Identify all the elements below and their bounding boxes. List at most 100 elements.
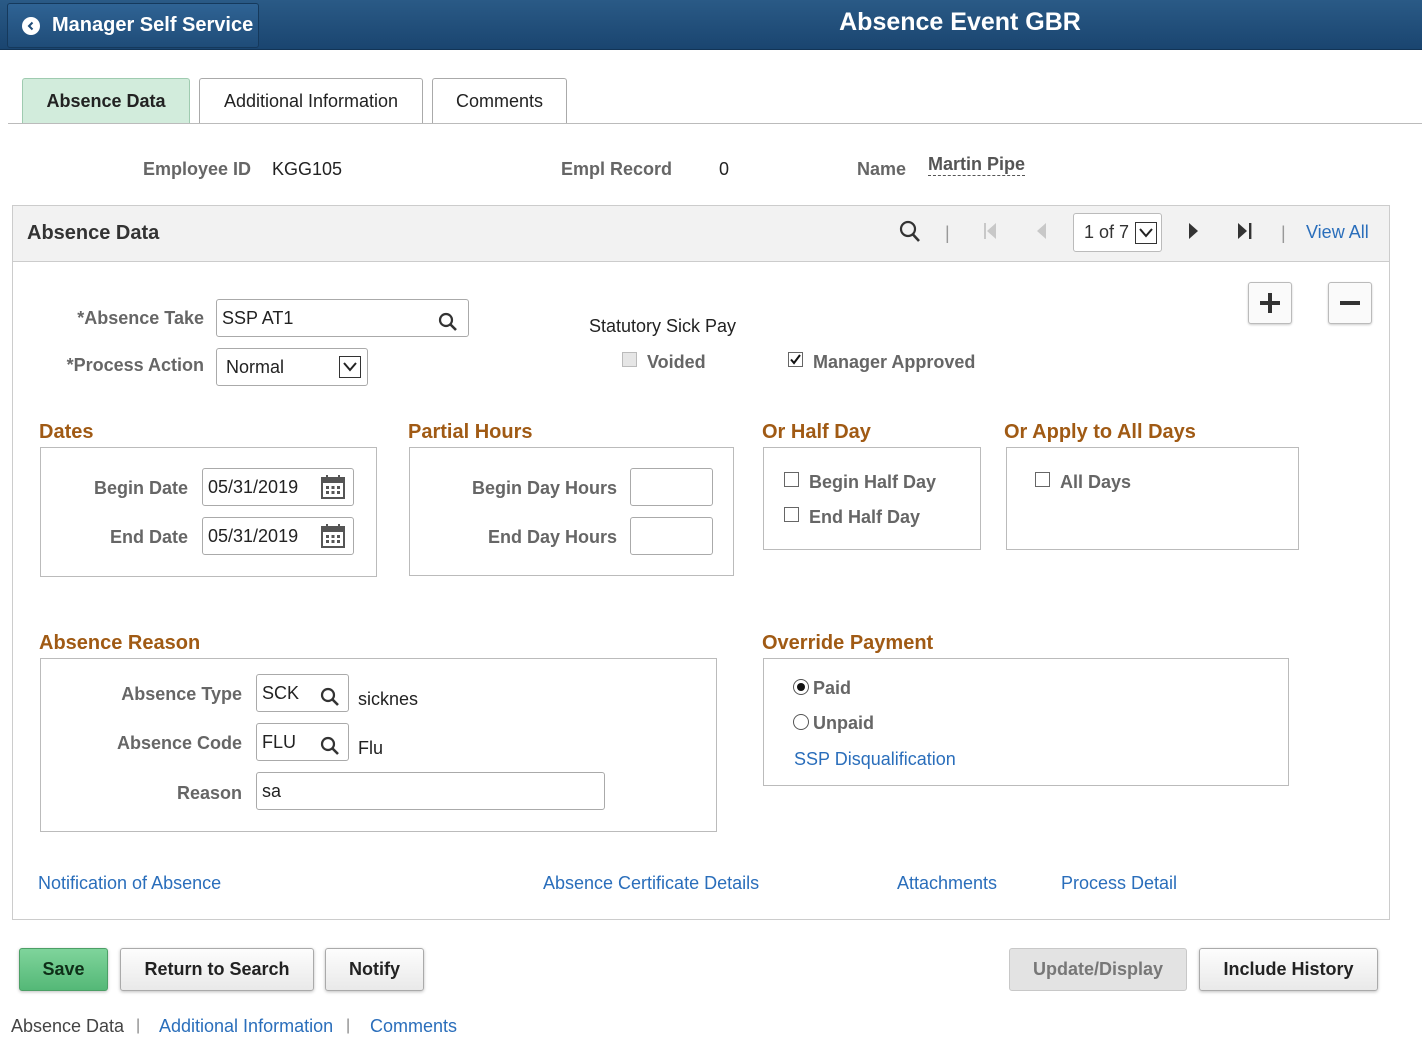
search-icon[interactable] [320, 732, 340, 768]
back-button[interactable]: Manager Self Service [7, 3, 259, 48]
radio-dot [797, 683, 805, 691]
process-detail-link[interactable]: Process Detail [1061, 873, 1177, 894]
absence-take-value: SSP AT1 [222, 308, 294, 328]
tab-label: Absence Data [46, 91, 166, 111]
process-action-value: Normal [226, 357, 285, 377]
attachments-link[interactable]: Attachments [897, 873, 997, 894]
absence-reason-section-title: Absence Reason [39, 632, 201, 654]
delete-row-button[interactable] [1328, 282, 1372, 324]
row-pager-select[interactable]: 1 of 7 [1073, 213, 1162, 252]
employee-id-value: KGG105 [272, 159, 343, 179]
unpaid-radio[interactable] [793, 714, 809, 730]
absence-type-label: Absence Type [121, 684, 242, 704]
search-icon[interactable] [438, 308, 458, 344]
tab-label: Comments [455, 91, 544, 111]
update-display-label: Update/Display [1032, 959, 1164, 979]
empl-record-label: Empl Record [561, 159, 673, 179]
include-history-label: Include History [1223, 959, 1354, 979]
return-to-search-button[interactable]: Return to Search [120, 948, 314, 991]
notification-of-absence-link[interactable]: Notification of Absence [38, 873, 221, 894]
voided-label: Voided [647, 352, 706, 372]
panel-header: Absence Data | 1 of 7 | View All [13, 206, 1389, 262]
name-label: Name [857, 159, 907, 179]
employee-name[interactable]: Martin Pipe [928, 154, 1026, 176]
empl-record-value: 0 [719, 159, 730, 179]
voided-checkbox [622, 352, 637, 367]
override-payment-section-title: Override Payment [762, 632, 934, 654]
calendar-icon[interactable] [321, 524, 345, 560]
previous-page-icon[interactable] [1035, 222, 1047, 245]
absence-code-input[interactable]: FLU [256, 723, 349, 761]
partial-hours-section-title: Partial Hours [408, 421, 533, 443]
calendar-icon[interactable] [321, 475, 345, 511]
absence-type-value: SCK [262, 683, 300, 703]
begin-day-hours-label: Begin Day Hours [471, 478, 617, 498]
include-history-button[interactable]: Include History [1199, 948, 1378, 991]
tab-label: Additional Information [223, 91, 399, 111]
absence-type-description: sicknes [358, 689, 419, 709]
begin-half-day-checkbox[interactable] [784, 472, 799, 487]
first-page-icon[interactable] [983, 222, 999, 245]
view-all-link[interactable]: View All [1306, 222, 1369, 243]
save-button[interactable]: Save [19, 948, 108, 991]
tab-additional-information[interactable]: Additional Information [199, 78, 423, 124]
all-days-checkbox[interactable] [1035, 472, 1050, 487]
half-day-group [763, 447, 981, 550]
process-action-label: *Process Action [66, 355, 204, 375]
return-to-search-label: Return to Search [144, 959, 290, 979]
chevron-down-icon [339, 356, 361, 378]
add-row-button[interactable] [1248, 282, 1292, 324]
notify-button[interactable]: Notify [325, 948, 424, 991]
absence-take-input[interactable]: SSP AT1 [216, 299, 469, 337]
minus-icon [1340, 301, 1360, 305]
pager-value: 1 of 7 [1084, 222, 1130, 242]
all-days-group [1006, 447, 1299, 550]
footer-comments-link[interactable]: Comments [370, 1016, 457, 1037]
begin-date-label: Begin Date [93, 478, 188, 498]
last-page-icon[interactable] [1237, 222, 1253, 245]
footer-current-page: Absence Data [11, 1016, 125, 1036]
end-day-hours-input[interactable] [630, 517, 713, 555]
back-button-label: Manager Self Service [52, 14, 254, 36]
chevron-down-icon [1135, 222, 1157, 244]
search-icon[interactable] [320, 683, 340, 719]
paid-label: Paid [813, 678, 852, 698]
end-date-label: End Date [109, 527, 188, 547]
absence-take-label: *Absence Take [77, 308, 204, 328]
nav-separator: | [1281, 223, 1286, 243]
header-bar: Manager Self Service Absence Event GBR [0, 0, 1422, 50]
footer-separator: | [346, 1017, 351, 1034]
absence-code-label: Absence Code [116, 733, 242, 753]
tab-absence-data[interactable]: Absence Data [22, 78, 190, 124]
reason-value: sa [262, 781, 282, 801]
search-icon[interactable] [899, 220, 921, 249]
end-date-input[interactable]: 05/31/2019 [202, 517, 354, 555]
next-page-icon[interactable] [1188, 222, 1200, 245]
chevron-left-icon [22, 16, 40, 35]
checkmark-icon [790, 354, 801, 365]
manager-approved-checkbox[interactable] [788, 352, 803, 367]
tab-comments[interactable]: Comments [432, 78, 567, 124]
begin-date-input[interactable]: 05/31/2019 [202, 468, 354, 506]
dates-section-title: Dates [39, 421, 94, 443]
ssp-disqualification-link[interactable]: SSP Disqualification [794, 749, 956, 770]
statutory-sick-pay-label: Statutory Sick Pay [589, 316, 737, 336]
footer-additional-information-link[interactable]: Additional Information [159, 1016, 333, 1037]
end-date-value: 05/31/2019 [208, 526, 299, 546]
save-button-label: Save [42, 959, 85, 979]
notify-button-label: Notify [349, 959, 400, 979]
process-action-select[interactable]: Normal [216, 348, 368, 386]
absence-certificate-details-link[interactable]: Absence Certificate Details [543, 873, 759, 894]
tabs-divider [8, 123, 1422, 124]
end-half-day-checkbox[interactable] [784, 507, 799, 522]
paid-radio[interactable] [793, 679, 809, 695]
end-day-hours-label: End Day Hours [487, 527, 617, 547]
unpaid-label: Unpaid [813, 713, 874, 733]
begin-day-hours-input[interactable] [630, 468, 713, 506]
begin-date-value: 05/31/2019 [208, 477, 299, 497]
reason-input[interactable]: sa [256, 772, 605, 810]
all-days-section-title: Or Apply to All Days [1004, 421, 1196, 443]
half-day-section-title: Or Half Day [762, 421, 871, 443]
absence-type-input[interactable]: SCK [256, 674, 349, 712]
update-display-button[interactable]: Update/Display [1009, 948, 1187, 991]
